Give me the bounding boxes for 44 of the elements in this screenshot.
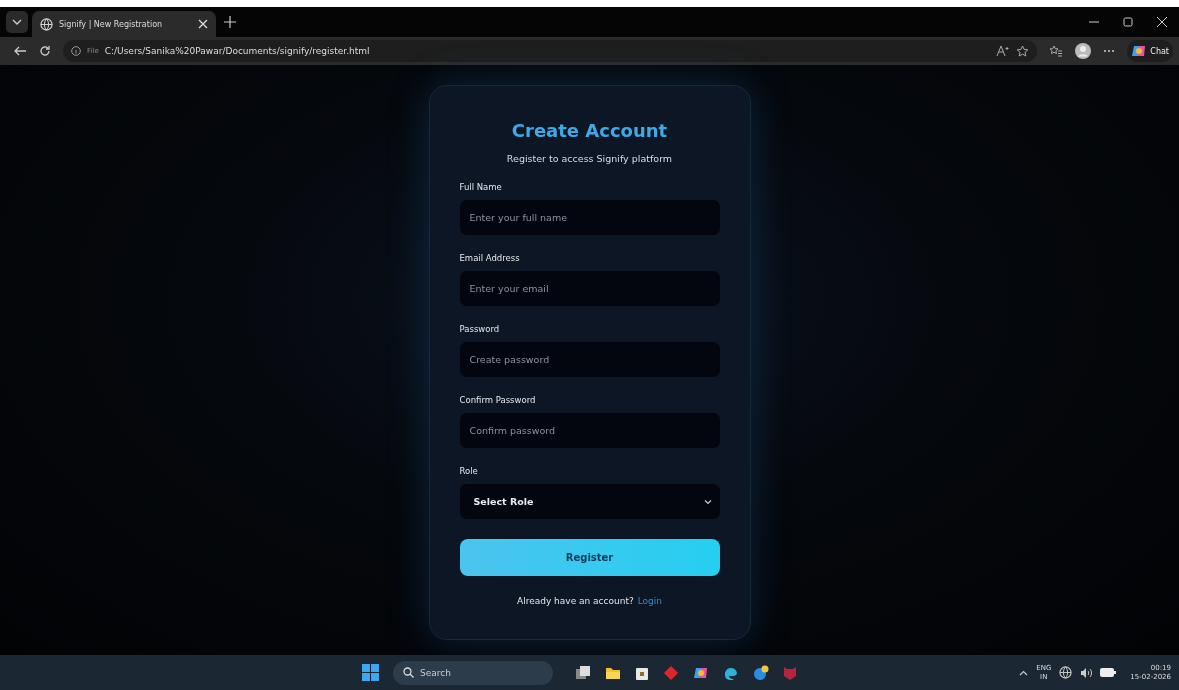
network-globe-icon[interactable] [1059,666,1073,679]
maximize-icon[interactable] [1123,17,1133,27]
form-subtitle: Register to access Signify platform [505,153,674,164]
register-button[interactable]: Register [459,539,720,576]
field-label: Confirm Password [459,395,536,405]
diamond-app-icon[interactable] [663,664,679,681]
profile-avatar-icon[interactable] [1075,43,1092,59]
login-link[interactable]: Login [637,596,663,606]
copilot-icon [1131,43,1148,59]
close-icon[interactable] [1157,17,1167,27]
field-label: Role [459,466,478,476]
role-select[interactable]: Select Role [459,484,720,519]
globe-icon [40,17,53,31]
field-label: Password [459,324,500,334]
speaker-icon[interactable] [1080,666,1093,679]
new-tab-icon[interactable] [224,16,236,28]
back-arrow-icon[interactable] [14,45,27,57]
browser-tab[interactable]: Signify | New Registration [32,11,216,37]
star-icon[interactable] [1016,45,1030,57]
field-label: Email Address [459,253,520,263]
taskbar-search-field[interactable]: Search [393,660,553,685]
read-aloud-icon[interactable] [996,45,1011,57]
search-icon [403,667,414,678]
refresh-icon[interactable] [39,45,51,57]
input-field[interactable]: Enter your email [459,271,720,306]
chevron-down-icon [703,498,712,505]
footer-text: Already have an account? [516,596,634,606]
task-view-icon[interactable] [575,664,591,681]
form-title: Create Account [510,120,669,141]
tab-list-button[interactable] [6,11,28,33]
globe-badge-icon[interactable] [753,664,769,681]
windows-start-icon[interactable] [362,664,379,681]
copilot-chat-button[interactable]: Chat [1127,40,1173,62]
input-field[interactable]: Confirm password [459,413,720,448]
more-icon[interactable] [1103,49,1116,53]
close-icon[interactable] [198,19,208,29]
info-icon [71,46,81,56]
battery-icon[interactable] [1100,668,1117,677]
input-field[interactable]: Create password [459,342,720,377]
favorites-icon[interactable] [1049,45,1064,57]
url-text: C:/Users/Sanika%20Pawar/Documents/signify/register.html [104,46,370,56]
field-label: Full Name [459,182,502,192]
caret-up-icon[interactable] [1019,669,1029,676]
input-field[interactable]: Enter your full name [459,200,720,235]
